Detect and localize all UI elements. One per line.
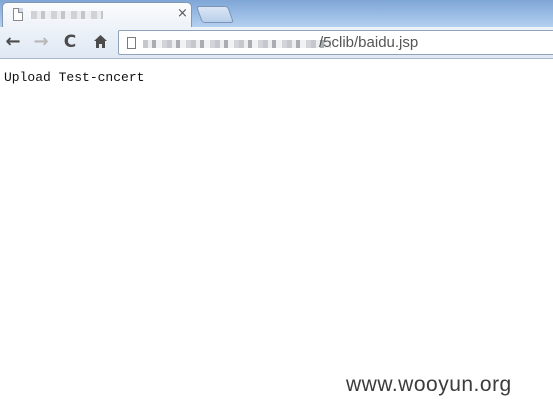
tab-strip: ×	[0, 0, 553, 27]
new-tab-button[interactable]	[195, 6, 235, 23]
page-icon	[13, 8, 23, 21]
page-content: Upload Test-cncert www.wooyun.org	[0, 59, 553, 413]
back-icon[interactable]: ←	[3, 32, 23, 52]
page-icon	[127, 37, 136, 49]
close-icon[interactable]: ×	[177, 7, 188, 21]
address-bar[interactable]: /5clib/baidu.jsp	[118, 30, 553, 55]
forward-icon[interactable]: →	[31, 32, 51, 52]
home-icon[interactable]	[90, 32, 110, 52]
reload-icon[interactable]: C	[60, 32, 80, 52]
url-path: /5clib/baidu.jsp	[319, 34, 419, 51]
page-body-text: Upload Test-cncert	[4, 70, 145, 85]
url-host-redacted	[143, 40, 331, 48]
watermark: www.wooyun.org	[346, 373, 512, 396]
tab-title-redacted	[31, 11, 103, 19]
browser-tab[interactable]: ×	[2, 2, 192, 27]
browser-toolbar: ← → C /5clib/baidu.jsp	[0, 27, 553, 59]
